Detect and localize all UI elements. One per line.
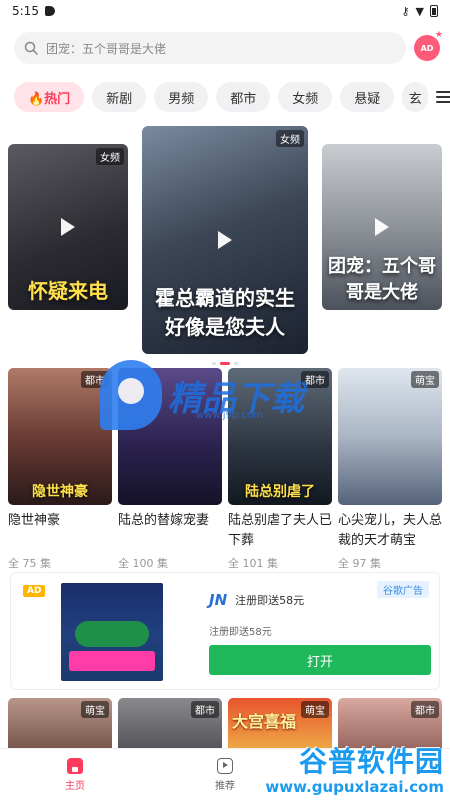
ad-free-badge-icon[interactable]: AD <box>414 30 443 61</box>
nav-recommend-label: 推荐 <box>215 780 235 792</box>
genre-tag: 都市 <box>191 701 219 718</box>
banner-slide-active[interactable]: 女频 霍总霸道的实生 好像是您夫人 <box>142 126 308 354</box>
nav-home[interactable]: 主页 <box>0 749 150 800</box>
banner-carousel[interactable]: 女频 怀疑来电 女频 霍总霸道的实生 好像是您夫人 团宠：五个哥哥是大佬 <box>0 126 450 366</box>
play-icon <box>61 218 75 236</box>
tab-hot[interactable]: 🔥热门 <box>14 82 85 112</box>
drama-title[interactable]: 心尖宠儿，夫人总裁的天才萌宝 <box>338 511 442 551</box>
drama-title[interactable]: 陆总别虐了夫人已下葬 <box>228 511 332 551</box>
genre-tag: 萌宝 <box>411 371 439 388</box>
banner-caption: 团宠：五个哥哥是大佬 <box>328 256 436 303</box>
menu-icon[interactable] <box>436 91 450 103</box>
episode-count: 全 97 集 <box>338 557 381 570</box>
play-icon <box>375 218 389 236</box>
watermark-p-icon <box>100 360 162 430</box>
ad-banner[interactable]: AD 谷歌广告 JN 注册即送58元 注册即送58元 打开 <box>10 572 440 690</box>
home-icon <box>67 757 83 774</box>
drama-poster[interactable]: 萌宝 <box>338 368 442 505</box>
drama-poster[interactable]: 都市 隐世神豪 <box>8 368 112 505</box>
ad-brand: JN 注册即送58元 <box>209 591 304 609</box>
genre-tag: 萌宝 <box>301 701 329 718</box>
genre-tag: 都市 <box>411 701 439 718</box>
tab-female[interactable]: 女频 <box>278 82 333 112</box>
episode-count: 全 75 集 <box>8 557 51 570</box>
episode-count: 全 101 集 <box>228 557 278 570</box>
nav-home-label: 主页 <box>65 780 85 792</box>
ad-label: AD <box>23 585 46 597</box>
genre-tag: 都市 <box>301 371 329 388</box>
drama-title[interactable]: 隐世神豪 <box>8 511 112 551</box>
ad-description: 注册即送58元 <box>209 627 272 638</box>
banner-caption: 怀疑来电 <box>28 279 108 303</box>
drama-card[interactable]: 萌宝 心尖宠儿，夫人总裁的天才萌宝 全 97 集 <box>338 368 442 571</box>
status-time: 5:15 <box>12 4 39 18</box>
tab-mystery[interactable]: 悬疑 <box>340 82 395 112</box>
banner-caption: 霍总霸道的实生 好像是您夫人 <box>155 286 295 339</box>
tab-male[interactable]: 男频 <box>154 82 209 112</box>
poster-title: 隐世神豪 <box>32 484 88 500</box>
watermark-bottom: 谷普软件园 www.gupuxlazai.com <box>265 740 444 796</box>
watermark-url: www.j9p.com <box>196 410 263 421</box>
banner-slide[interactable]: 女频 怀疑来电 <box>8 144 128 310</box>
drama-card[interactable]: 都市 隐世神豪 隐世神豪 全 75 集 <box>8 368 112 571</box>
battery-icon <box>430 5 438 17</box>
play-icon <box>218 231 232 249</box>
ad-brand-logo: JN <box>209 591 228 609</box>
ad-title: 注册即送58元 <box>235 594 305 607</box>
watermark-bottom-text: 谷普软件园 <box>298 745 444 778</box>
app-notification-icon <box>44 6 55 16</box>
ad-source: 谷歌广告 <box>377 581 429 598</box>
banner-slide[interactable]: 团宠：五个哥哥是大佬 <box>322 144 442 310</box>
genre-tag: 女频 <box>276 130 304 147</box>
episode-count: 全 100 集 <box>118 557 168 570</box>
poster-title: 大宫喜福 <box>232 712 297 731</box>
key-icon: ⚷ <box>401 4 410 18</box>
play-square-icon <box>217 757 233 774</box>
search-input[interactable]: 团宠：五个哥哥是大佬 <box>14 32 406 64</box>
category-tabs: 🔥热门 新剧 男频 都市 女频 悬疑 玄 <box>0 68 450 126</box>
search-placeholder: 团宠：五个哥哥是大佬 <box>46 41 167 56</box>
ad-image[interactable] <box>61 583 163 681</box>
drama-title[interactable]: 陆总的替嫁宠妻 <box>118 511 222 551</box>
ad-open-button[interactable]: 打开 <box>209 645 431 675</box>
wifi-icon: ▼ <box>415 4 424 18</box>
tab-fantasy[interactable]: 玄 <box>402 82 429 112</box>
poster-title: 陆总别虐了 <box>245 484 315 500</box>
search-icon <box>24 41 38 55</box>
watermark-bottom-url: www.gupuxlazai.com <box>265 778 444 796</box>
tab-new[interactable]: 新剧 <box>92 82 147 112</box>
status-bar: 5:15 ⚷ ▼ <box>0 0 450 22</box>
genre-tag: 萌宝 <box>81 701 109 718</box>
tab-urban[interactable]: 都市 <box>216 82 271 112</box>
genre-tag: 女频 <box>96 148 124 165</box>
search-row: 团宠：五个哥哥是大佬 AD <box>0 22 450 68</box>
